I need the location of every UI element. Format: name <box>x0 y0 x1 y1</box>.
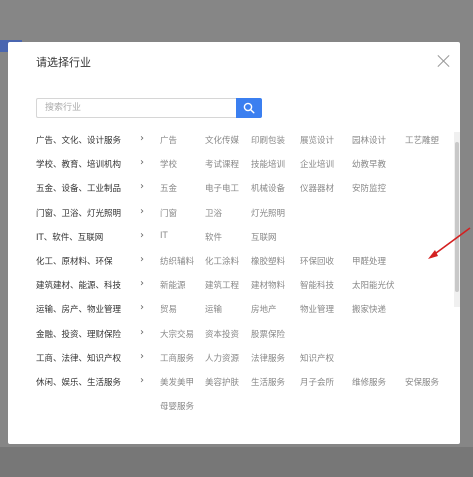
industry-category[interactable]: 工商、法律、知识产权 <box>36 352 146 364</box>
industry-subcategory[interactable]: 文化传媒 <box>205 134 239 146</box>
chevron-right-icon: › <box>140 181 144 193</box>
industry-subcategory[interactable]: 软件 <box>205 231 222 243</box>
industry-subcategory[interactable]: 建材物料 <box>251 279 285 291</box>
industry-subcategory[interactable]: 门窗 <box>160 207 177 219</box>
industry-subcategory[interactable]: 考试课程 <box>205 158 239 170</box>
background-footer <box>0 447 473 477</box>
industry-category[interactable]: 化工、原材料、环保 <box>36 255 146 267</box>
industry-subcategory[interactable]: 园林设计 <box>352 134 386 146</box>
industry-subcategory[interactable]: 太阳能光伏 <box>352 279 395 291</box>
chevron-right-icon: › <box>140 157 144 169</box>
scrollbar[interactable] <box>454 132 460 307</box>
industry-search <box>36 98 262 118</box>
industry-subcategory[interactable]: IT <box>160 231 168 241</box>
industry-subcategory[interactable]: 技能培训 <box>251 158 285 170</box>
industry-subcategory[interactable]: 知识产权 <box>300 352 334 364</box>
industry-category[interactable]: 金融、投资、理财保险 <box>36 328 146 340</box>
search-icon <box>243 102 255 114</box>
industry-subcategory[interactable]: 甲醛处理 <box>352 255 386 267</box>
industry-category[interactable]: 建筑建材、能源、科技 <box>36 279 146 291</box>
dialog-title: 请选择行业 <box>36 56 91 69</box>
industry-subcategory[interactable]: 安防监控 <box>352 182 386 194</box>
chevron-right-icon: › <box>140 254 144 265</box>
industry-subcategory[interactable]: 展览设计 <box>300 134 334 146</box>
industry-subcategory[interactable]: 纺织辅料 <box>160 255 194 267</box>
industry-subcategory[interactable]: 学校 <box>160 158 177 170</box>
industry-subcategory[interactable]: 生活服务 <box>251 376 285 388</box>
scrollbar-thumb[interactable] <box>455 142 459 292</box>
search-button[interactable] <box>236 98 262 118</box>
chevron-right-icon: › <box>140 205 144 217</box>
industry-category[interactable]: 学校、教育、培训机构 <box>36 158 146 170</box>
industry-subcategory[interactable]: 电子电工 <box>205 182 239 194</box>
industry-subcategory[interactable]: 维修服务 <box>352 376 386 388</box>
industry-subcategory[interactable]: 房地产 <box>251 303 277 315</box>
industry-category[interactable]: IT、软件、互联网 <box>36 231 146 243</box>
industry-subcategory[interactable]: 仪器器材 <box>300 182 334 194</box>
industry-subcategory[interactable]: 物业管理 <box>300 303 334 315</box>
industry-subcategory[interactable]: 母婴服务 <box>160 400 194 412</box>
industry-subcategory[interactable]: 环保回收 <box>300 255 334 267</box>
search-input[interactable] <box>36 98 236 118</box>
industry-subcategory[interactable]: 月子会所 <box>300 376 334 388</box>
chevron-right-icon: › <box>140 375 144 386</box>
industry-subcategory[interactable]: 广告 <box>160 134 177 146</box>
industry-subcategory[interactable]: 智能科技 <box>300 279 334 291</box>
industry-subcategory[interactable]: 灯光照明 <box>251 207 285 219</box>
industry-subcategory[interactable]: 美发美甲 <box>160 376 194 388</box>
industry-category[interactable]: 广告、文化、设计服务 <box>36 134 146 146</box>
close-icon[interactable] <box>437 54 451 68</box>
chevron-right-icon: › <box>140 133 144 144</box>
industry-subcategory[interactable]: 建筑工程 <box>205 279 239 291</box>
chevron-right-icon: › <box>140 326 144 338</box>
industry-category[interactable]: 休闲、娱乐、生活服务 <box>36 376 146 388</box>
industry-subcategory[interactable]: 工商服务 <box>160 352 194 364</box>
industry-subcategory[interactable]: 搬家快递 <box>352 303 386 315</box>
industry-subcategory[interactable]: 贸易 <box>160 303 177 315</box>
industry-subcategory[interactable]: 大宗交易 <box>160 328 194 340</box>
industry-subcategory[interactable]: 五金 <box>160 182 177 194</box>
industry-subcategory[interactable]: 工艺雕塑 <box>405 134 439 146</box>
industry-subcategory[interactable]: 卫浴 <box>205 207 222 219</box>
industry-subcategory[interactable]: 机械设备 <box>251 182 285 194</box>
industry-subcategory[interactable]: 资本投资 <box>205 328 239 340</box>
industry-subcategory[interactable]: 运输 <box>205 303 222 315</box>
industry-select-dialog: 请选择行业 广告、文化、设计服务›广告文化传媒印刷包装展览设计园林设计工艺雕塑学… <box>8 42 460 444</box>
chevron-right-icon: › <box>140 229 144 241</box>
industry-subcategory[interactable]: 股票保险 <box>251 328 285 340</box>
industry-subcategory[interactable]: 化工涂料 <box>205 255 239 267</box>
chevron-right-icon: › <box>140 302 144 314</box>
industry-subcategory[interactable]: 新能源 <box>160 279 186 291</box>
industry-subcategory[interactable]: 橡胶塑料 <box>251 255 285 267</box>
industry-subcategory[interactable]: 人力资源 <box>205 352 239 364</box>
industry-subcategory[interactable]: 幼教早教 <box>352 158 386 170</box>
industry-subcategory[interactable]: 安保服务 <box>405 376 439 388</box>
industry-subcategory[interactable]: 美容护肤 <box>205 376 239 388</box>
chevron-right-icon: › <box>140 278 144 290</box>
chevron-right-icon: › <box>140 350 144 362</box>
industry-subcategory[interactable]: 印刷包装 <box>251 134 285 146</box>
industry-category[interactable]: 五金、设备、工业制品 <box>36 182 146 194</box>
industry-category[interactable]: 运输、房产、物业管理 <box>36 303 146 315</box>
industry-subcategory[interactable]: 互联网 <box>251 231 277 243</box>
industry-subcategory[interactable]: 企业培训 <box>300 158 334 170</box>
industry-category[interactable]: 门窗、卫浴、灯光照明 <box>36 207 146 219</box>
industry-subcategory[interactable]: 法律服务 <box>251 352 285 364</box>
